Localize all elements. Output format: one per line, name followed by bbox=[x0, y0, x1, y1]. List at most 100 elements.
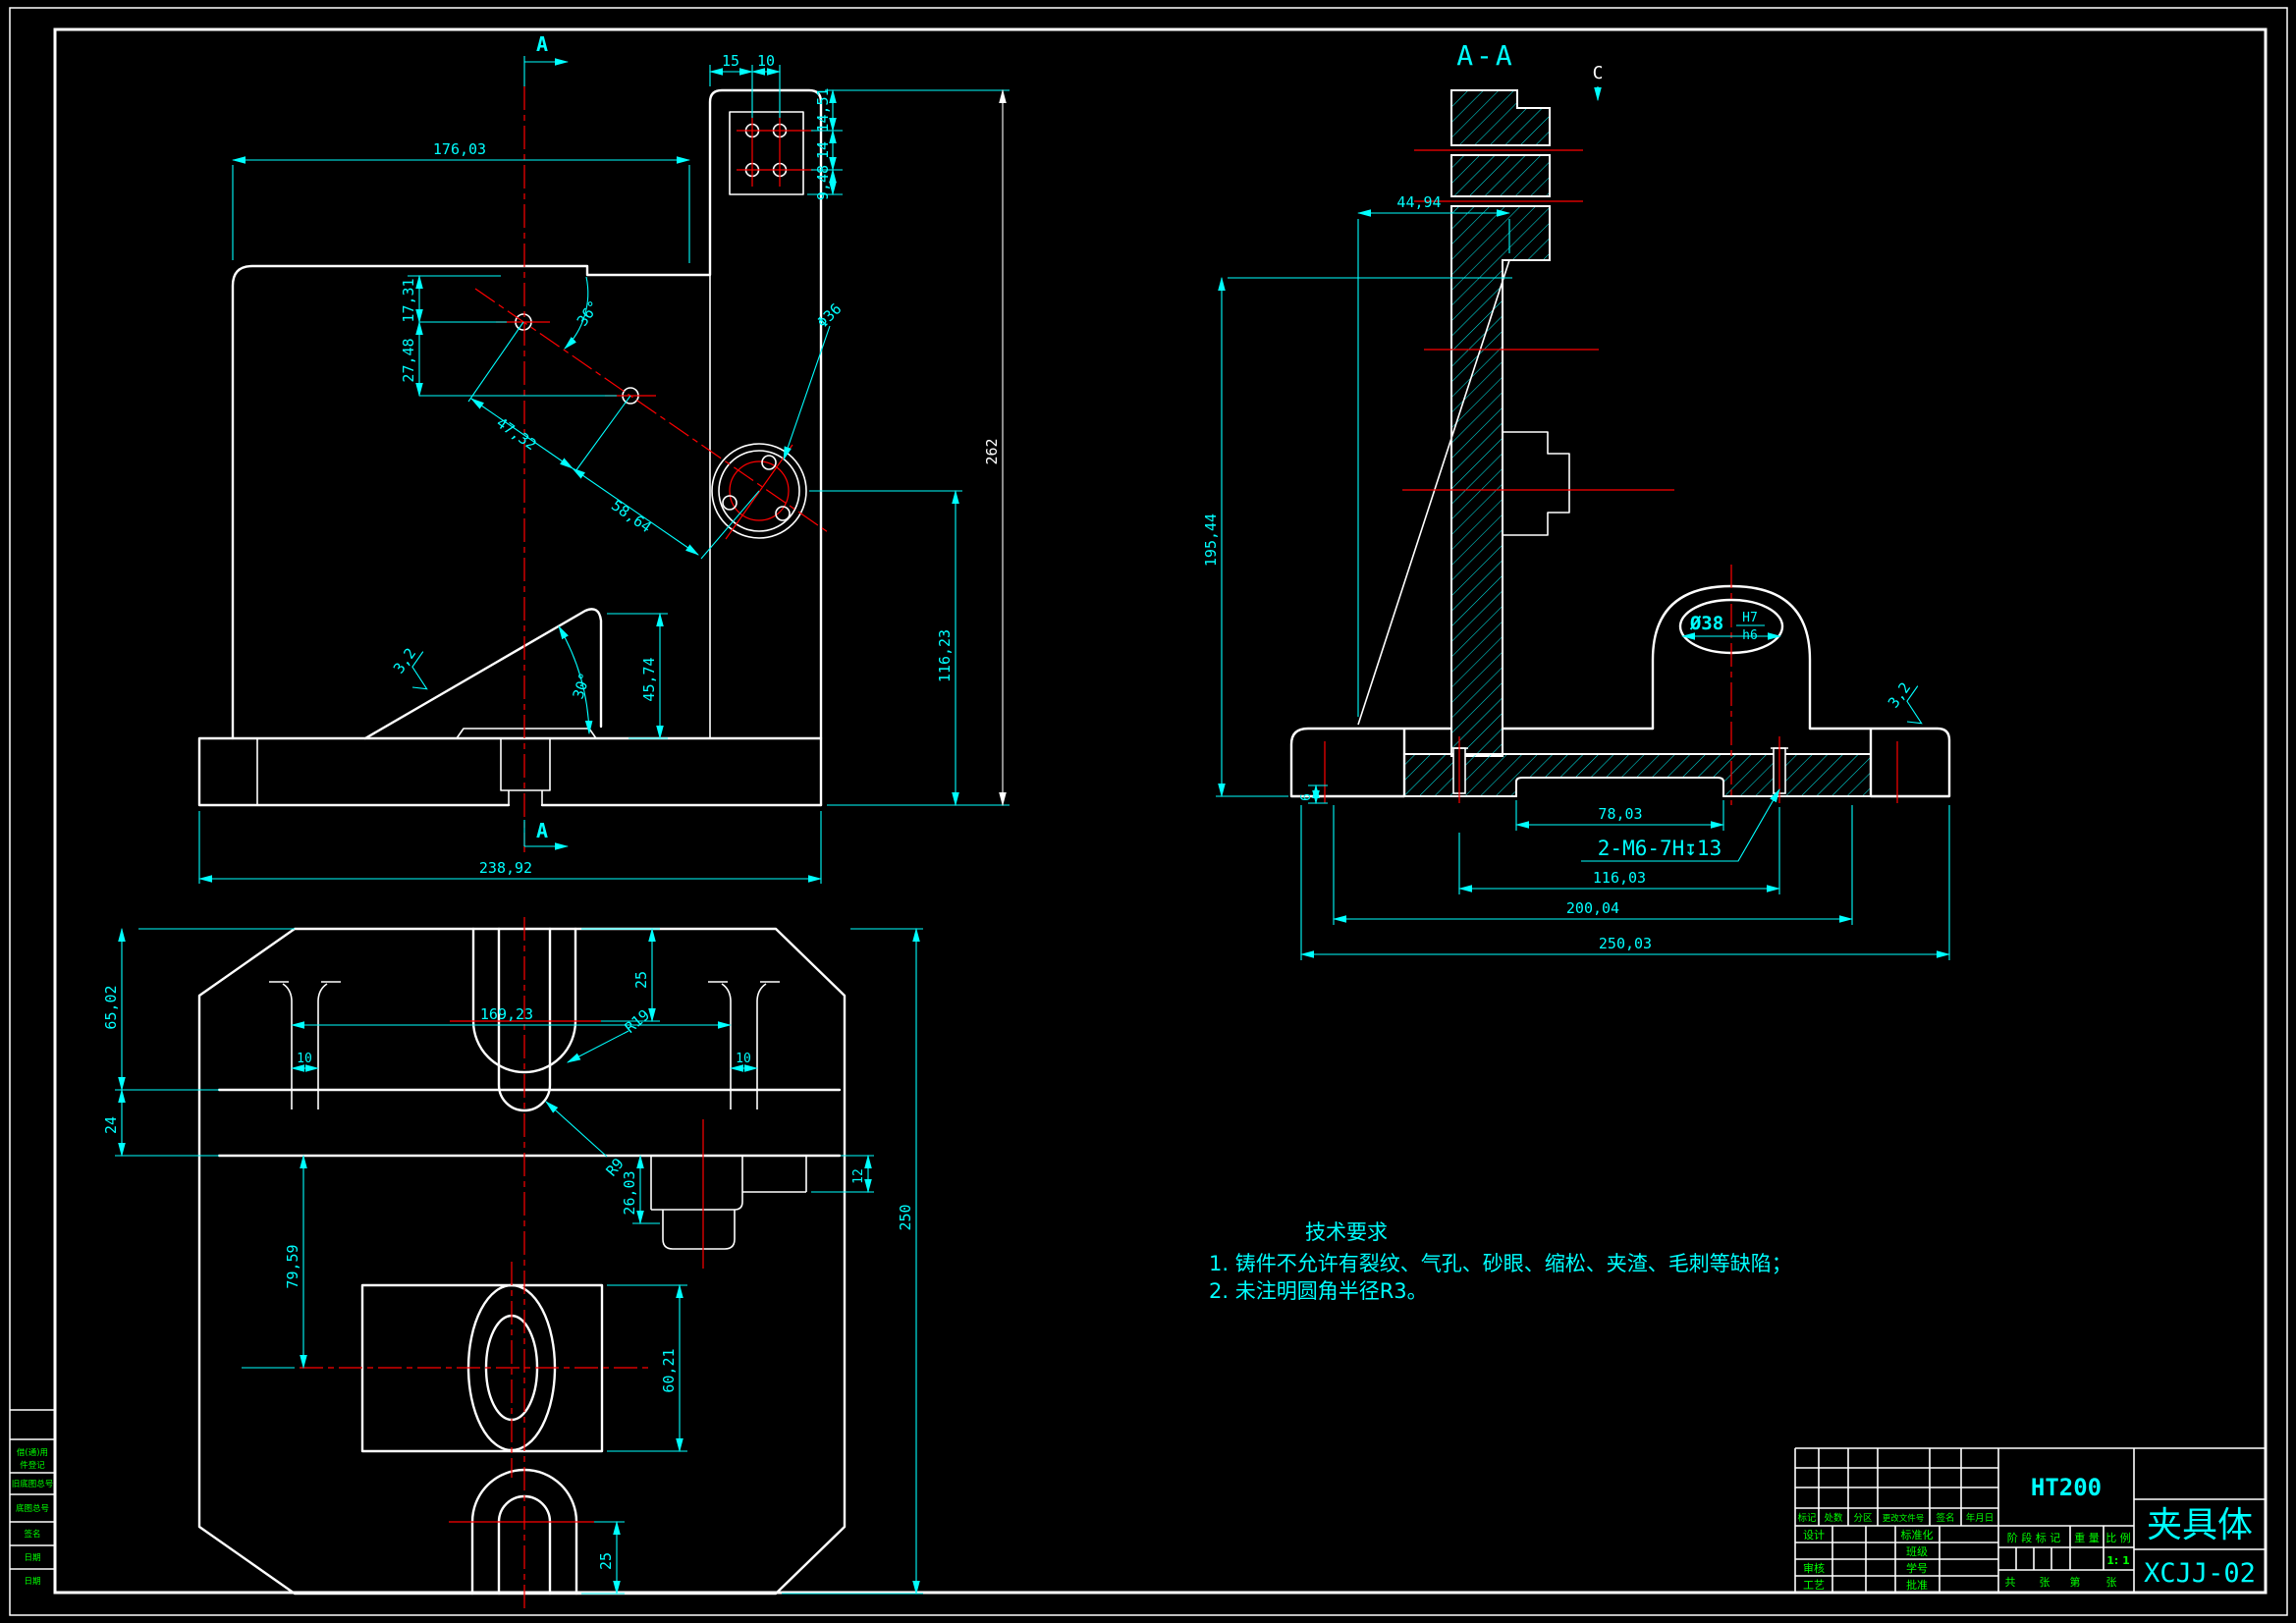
section-view-a-a: A-A C 44,94 195,44 6 78,03 2-M6-7H↧13 11… bbox=[1202, 39, 1949, 960]
tb-header-signature: 签名 bbox=[1936, 1512, 1954, 1524]
dim-25-bottom: 25 bbox=[597, 1552, 615, 1570]
drawing-canvas: A A 15 10 14,51 14 9,48 176,03 17,31 27,… bbox=[0, 0, 2296, 1623]
surface-finish-front: 3,2 bbox=[388, 641, 444, 695]
front-hole-plate bbox=[730, 112, 803, 194]
plan-step-cut bbox=[651, 1156, 806, 1249]
thread-note: 2-M6-7H↧13 bbox=[1598, 837, 1722, 860]
tb-header-count: 处数 bbox=[1824, 1512, 1843, 1524]
dim-6: 6 bbox=[1299, 793, 1314, 801]
technical-requirements: 技术要求 1. 铸件不允许有裂纹、气孔、砂眼、缩松、夹渣、毛刺等缺陷； 2. 未… bbox=[1209, 1220, 1792, 1303]
plan-cross-band bbox=[219, 1090, 840, 1156]
margin-signature: 签名 bbox=[24, 1529, 40, 1540]
front-base-slots bbox=[257, 275, 710, 805]
margin-sheet-no: 底图总号 bbox=[16, 1503, 49, 1514]
margin-date-2: 日期 bbox=[24, 1577, 40, 1587]
tb-header-doc-no: 更改文件号 bbox=[1883, 1513, 1925, 1524]
front-feature-centerlines bbox=[496, 116, 813, 539]
tb-process: 工艺 bbox=[1803, 1579, 1825, 1592]
dim-116-23: 116,23 bbox=[936, 629, 954, 682]
tb-drawing-number: XCJJ-02 bbox=[2144, 1558, 2256, 1589]
tb-student-no: 学号 bbox=[1906, 1561, 1928, 1575]
plan-extension-lines bbox=[115, 929, 923, 1594]
dim-27-48: 27,48 bbox=[400, 338, 417, 382]
dim-26-03: 26,03 bbox=[621, 1170, 638, 1215]
leader-phi36 bbox=[784, 326, 830, 460]
dim-238-92: 238,92 bbox=[479, 859, 532, 877]
tb-scale-value: 1: 1 bbox=[2106, 1554, 2130, 1567]
dim-116-03: 116,03 bbox=[1593, 869, 1646, 887]
surface-finish-section-value: 3,2 bbox=[1885, 679, 1914, 712]
dim-25-top: 25 bbox=[632, 971, 650, 989]
title-block: 标记 处数 分区 更改文件号 签名 年月日 设计 标准化 班级 审核 学号 工艺… bbox=[1795, 1448, 2266, 1593]
dim-78-03: 78,03 bbox=[1598, 805, 1642, 823]
fit-lower: h6 bbox=[1742, 628, 1758, 643]
section-cut-mid-block bbox=[1451, 155, 1550, 196]
front-extension-lines bbox=[199, 65, 1010, 884]
tb-sheet-total-label: 共 bbox=[2005, 1576, 2016, 1589]
tech-requirements-title: 技术要求 bbox=[1305, 1220, 1388, 1244]
margin-registration-block: 借(通)用 件登记 旧底图总号 底图总号 签名 日期 日期 bbox=[10, 1410, 55, 1587]
margin-borrow-label: 借(通)用 bbox=[17, 1447, 48, 1458]
tb-sheet-unit-1: 张 bbox=[2040, 1576, 2050, 1589]
tb-class: 班级 bbox=[1906, 1545, 1928, 1558]
front-diagonal-centerline bbox=[475, 289, 831, 534]
tb-stage-mark: 阶 段 标 记 bbox=[2007, 1531, 2061, 1544]
tb-header-zone: 分区 bbox=[1853, 1513, 1873, 1524]
margin-old-sheet-no: 旧底图总号 bbox=[12, 1479, 54, 1489]
surface-finish-front-value: 3,2 bbox=[390, 645, 419, 677]
dim-12: 12 bbox=[851, 1168, 866, 1184]
dim-47-32: 47,32 bbox=[493, 414, 539, 455]
angle-36: 36° bbox=[574, 298, 603, 330]
section-extension-lines bbox=[1216, 219, 1949, 960]
surface-finish-section: 3,2 bbox=[1883, 676, 1939, 730]
dim-10-right: 10 bbox=[736, 1052, 751, 1066]
tb-scale-label: 比 例 bbox=[2105, 1531, 2131, 1544]
tb-part-name: 夹具体 bbox=[2147, 1505, 2253, 1545]
section-marker-top-label: A bbox=[536, 32, 548, 56]
dim-262: 262 bbox=[983, 438, 1001, 464]
plan-view: 25 R19 R9 169,23 10 10 65,02 24 79,59 26… bbox=[102, 917, 923, 1613]
leader-r19 bbox=[568, 1031, 629, 1062]
dim-250: 250 bbox=[897, 1204, 914, 1230]
dim-24: 24 bbox=[102, 1116, 120, 1134]
tb-design: 设计 bbox=[1803, 1529, 1825, 1542]
angle-30: 30° bbox=[569, 671, 593, 701]
tech-requirement-2: 2. 未注明圆角半径R3。 bbox=[1209, 1279, 1428, 1303]
section-cut-top-block bbox=[1451, 90, 1550, 145]
dim-45-74: 45,74 bbox=[640, 657, 658, 701]
section-marker-bottom-label: A bbox=[536, 819, 548, 842]
cad-drawing-sheet: A A 15 10 14,51 14 9,48 176,03 17,31 27,… bbox=[0, 0, 2296, 1623]
front-view: A A 15 10 14,51 14 9,48 176,03 17,31 27,… bbox=[199, 32, 1010, 884]
tb-sheet-unit-2: 张 bbox=[2106, 1576, 2117, 1589]
dim-phi38: Ø38 bbox=[1689, 613, 1723, 634]
tb-material: HT200 bbox=[2031, 1474, 2102, 1501]
sheet-outer-border bbox=[10, 8, 2287, 1615]
tb-header-date: 年月日 bbox=[1966, 1512, 1995, 1524]
tb-weight: 重 量 bbox=[2074, 1531, 2100, 1544]
dim-44-94: 44,94 bbox=[1396, 193, 1441, 211]
margin-date-1: 日期 bbox=[24, 1553, 40, 1563]
tb-standardization: 标准化 bbox=[1901, 1528, 1934, 1542]
front-pad bbox=[457, 729, 596, 738]
dim-176-03: 176,03 bbox=[433, 140, 486, 158]
dim-169-23: 169,23 bbox=[480, 1005, 533, 1023]
section-title: A-A bbox=[1456, 39, 1515, 72]
tb-sheet-no-label: 第 bbox=[2070, 1575, 2081, 1589]
dim-14-51: 14,51 bbox=[814, 87, 832, 132]
dim-17-31: 17,31 bbox=[400, 278, 417, 322]
dim-9-48: 9,48 bbox=[814, 165, 832, 200]
section-cut-base bbox=[1404, 754, 1871, 796]
dim-15: 15 bbox=[722, 52, 739, 70]
flange-hole-left bbox=[723, 496, 737, 510]
datum-c-label: C bbox=[1593, 63, 1604, 83]
margin-block-grid bbox=[10, 1410, 55, 1569]
dim-10-left: 10 bbox=[297, 1052, 312, 1066]
dim-14: 14 bbox=[814, 141, 832, 159]
tb-check: 审核 bbox=[1803, 1561, 1825, 1575]
dim-65-02: 65,02 bbox=[102, 985, 120, 1029]
dim-195-44: 195,44 bbox=[1202, 514, 1220, 567]
section-side-boss bbox=[1503, 432, 1569, 535]
tb-approve: 批准 bbox=[1906, 1578, 1928, 1592]
section-marker-top-line bbox=[524, 56, 568, 86]
dim-58-64: 58,64 bbox=[608, 497, 654, 537]
